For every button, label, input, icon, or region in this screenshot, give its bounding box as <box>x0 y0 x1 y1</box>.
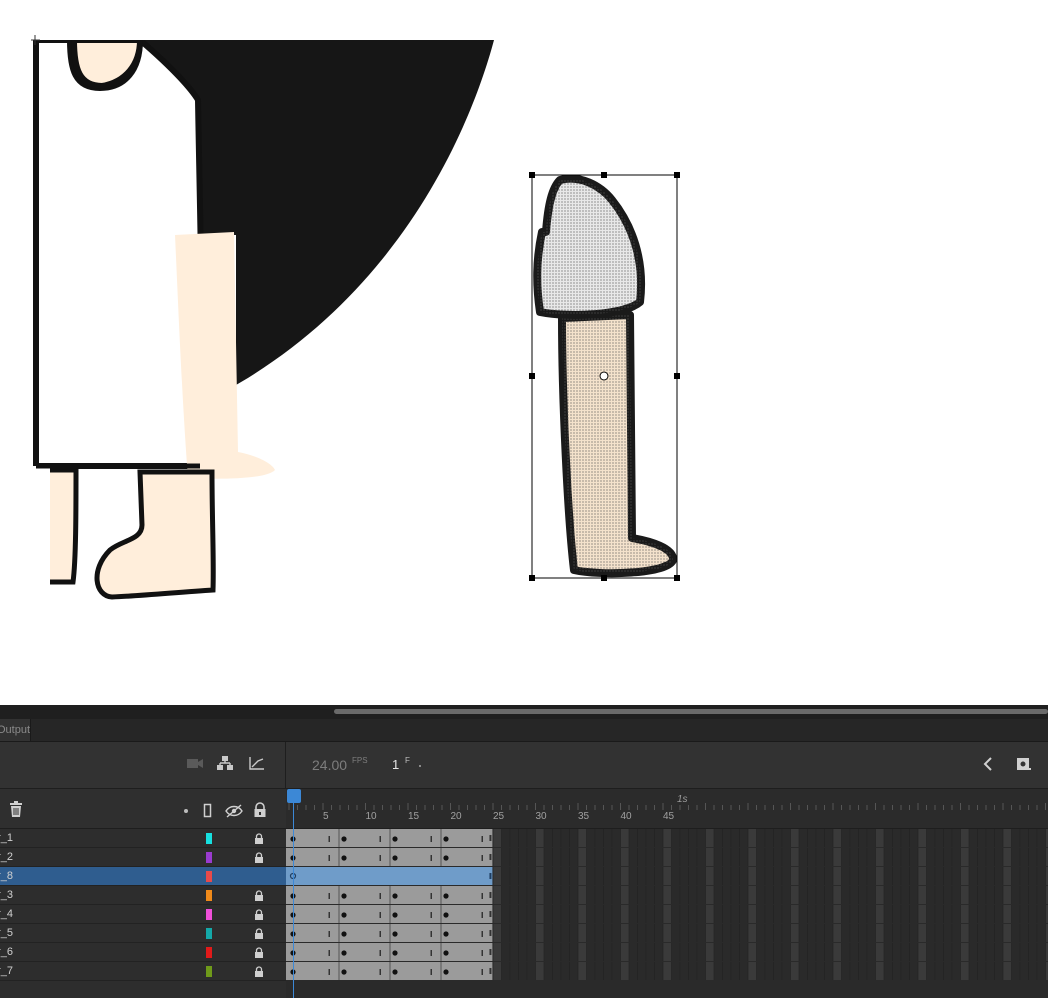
character-leg-right <box>94 469 216 600</box>
selected-arm-symbol <box>529 172 680 581</box>
tab-output-label: Output <box>0 724 31 736</box>
visibility-hidden-icon[interactable] <box>224 804 244 818</box>
layer-name[interactable]: Layer_2 <box>0 851 13 863</box>
frame-row-graphic <box>286 886 1048 904</box>
layer-row[interactable]: Layer_8 <box>0 867 286 886</box>
lock-icon[interactable] <box>254 966 264 977</box>
layer-row[interactable]: Layer_3 <box>0 886 286 905</box>
trash-icon[interactable] <box>8 800 24 818</box>
ruler-tick-label: 20 <box>450 811 462 822</box>
layer-row[interactable]: Layer_2 <box>0 848 286 867</box>
layer-color-swatch[interactable] <box>206 947 212 958</box>
ruler-tick-label: 40 <box>620 811 632 822</box>
layer-list: Layer_1 Layer_2 Layer_8 Layer_3 Layer_4 Layer… <box>0 829 286 998</box>
frame-row-graphic <box>286 962 1048 980</box>
ruler-tick-label: 15 <box>408 811 420 822</box>
ruler-tick-label: 5 <box>323 811 329 822</box>
frame-row-graphic <box>286 848 1048 866</box>
tab-output[interactable]: Output <box>0 719 31 741</box>
toolbar-divider <box>285 742 286 788</box>
lock-icon[interactable] <box>254 833 264 844</box>
current-frame-value[interactable]: 1 <box>392 757 399 772</box>
layer-row[interactable]: Layer_1 <box>0 829 286 848</box>
playhead-line <box>293 803 294 998</box>
layer-row[interactable]: Layer_4 <box>0 905 286 924</box>
ruler-tick-label: 25 <box>493 811 505 822</box>
timeline-toolbar: 24.00 FPS 1 F <box>0 742 1048 789</box>
layer-color-swatch[interactable] <box>206 852 212 863</box>
layer-color-swatch[interactable] <box>206 928 212 939</box>
layer-color-swatch[interactable] <box>206 871 212 882</box>
ruler-tick-label: 35 <box>578 811 590 822</box>
frame-dropdown-indicator[interactable] <box>419 765 421 767</box>
layer-row[interactable]: Layer_7 <box>0 962 286 981</box>
lock-icon[interactable] <box>254 947 264 958</box>
transform-pivot-point <box>599 371 609 381</box>
lock-icon[interactable] <box>254 928 264 939</box>
lock-all-icon[interactable] <box>253 802 267 818</box>
lock-icon[interactable] <box>254 909 264 920</box>
fps-unit: FPS <box>352 756 368 765</box>
layers-header <box>0 789 286 829</box>
frame-row-graphic <box>286 829 1048 847</box>
frame-row-graphic <box>286 905 1048 923</box>
layer-color-swatch[interactable] <box>206 890 212 901</box>
frame-unit: F <box>405 756 410 765</box>
insert-keyframe-icon[interactable] <box>1016 756 1032 772</box>
layer-row[interactable]: Layer_5 <box>0 924 286 943</box>
lock-icon[interactable] <box>254 890 264 901</box>
layer-name[interactable]: Layer_1 <box>0 832 13 844</box>
layer-parenting-icon[interactable] <box>216 755 234 771</box>
layer-name[interactable]: Layer_5 <box>0 927 13 939</box>
ruler-tick-label: 10 <box>365 811 377 822</box>
playhead-handle[interactable] <box>287 789 301 803</box>
stage-canvas[interactable] <box>0 0 1048 705</box>
chevron-left-icon[interactable] <box>982 756 994 772</box>
frame-grid[interactable] <box>286 829 1048 998</box>
layer-row[interactable]: Layer_6 <box>0 943 286 962</box>
scrollbar-thumb[interactable] <box>334 709 1048 714</box>
frame-row-graphic <box>286 924 1048 942</box>
ruler-tick-label: 45 <box>663 811 675 822</box>
highlight-dot-icon[interactable] <box>184 809 188 813</box>
fps-value[interactable]: 24.00 <box>312 757 347 773</box>
timeline-panel: Output 24.00 FPS 1 F 1s 5 10 15 20 25 30… <box>0 705 1048 998</box>
layer-name[interactable]: Layer_4 <box>0 908 13 920</box>
lock-icon[interactable] <box>254 852 264 863</box>
stage-horizontal-scrollbar[interactable] <box>0 705 1048 719</box>
layer-name[interactable]: Layer_8 <box>0 870 13 882</box>
panel-tab-bar: Output <box>0 719 1048 742</box>
layer-name[interactable]: Layer_7 <box>0 965 13 977</box>
second-marker: 1s <box>677 794 688 805</box>
layer-name[interactable]: Layer_6 <box>0 946 13 958</box>
camera-icon[interactable] <box>186 756 204 770</box>
layer-color-swatch[interactable] <box>206 909 212 920</box>
frame-grid-graphic <box>286 829 1048 980</box>
layer-color-swatch[interactable] <box>206 966 212 977</box>
frame-row-graphic <box>286 867 1048 885</box>
ruler-tick-label: 30 <box>535 811 547 822</box>
outline-toggle-icon[interactable] <box>203 803 213 819</box>
stage-artwork <box>30 30 680 600</box>
frame-row-graphic <box>286 943 1048 961</box>
timeline-ruler[interactable]: 1s 5 10 15 20 25 30 35 40 45 <box>286 789 1048 829</box>
ruler-ticks-graphic <box>288 803 1046 810</box>
layer-name[interactable]: Layer_3 <box>0 889 13 901</box>
layer-color-swatch[interactable] <box>206 833 212 844</box>
graph-editor-icon[interactable] <box>248 755 266 771</box>
